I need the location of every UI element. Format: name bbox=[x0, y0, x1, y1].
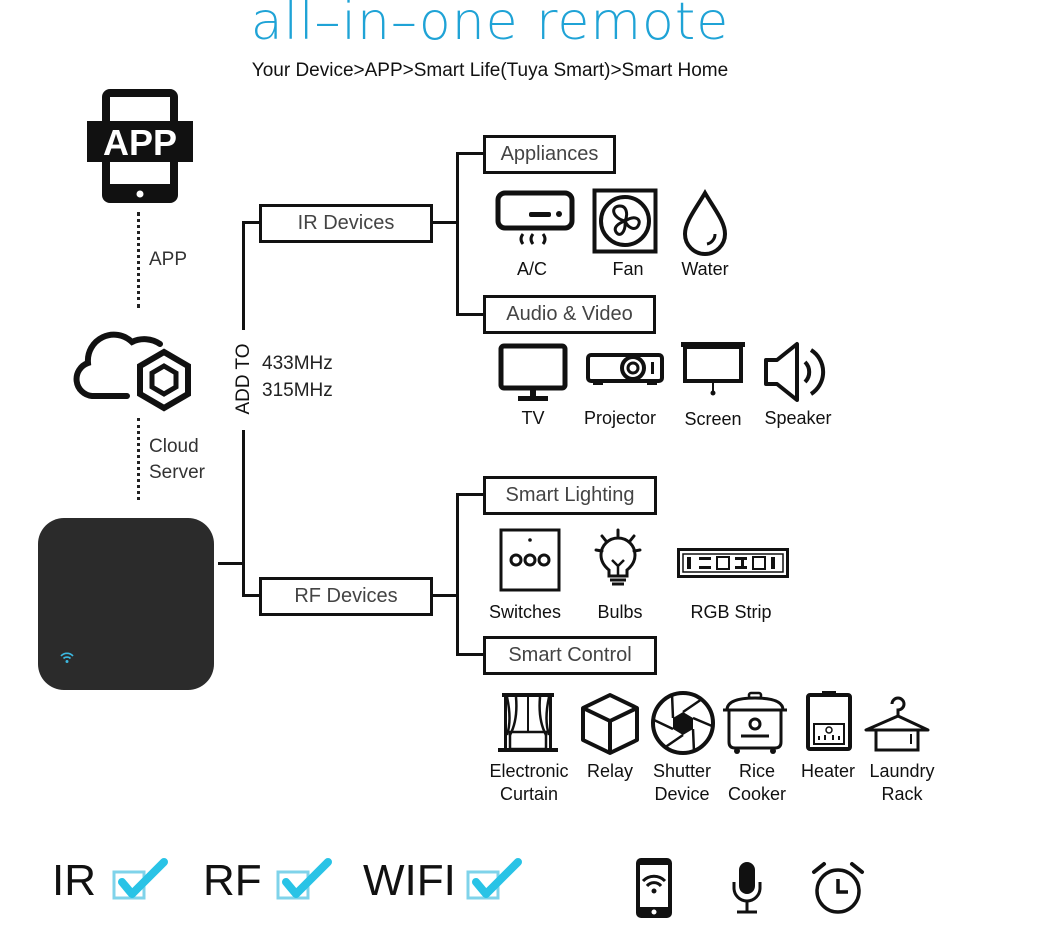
smart-control-box: Smart Control bbox=[483, 636, 657, 675]
alarm-clock-icon bbox=[810, 860, 866, 921]
control-label-laundry-rack: Laundry Rack bbox=[869, 761, 935, 804]
rice-cooker-icon bbox=[721, 690, 789, 761]
wifi-led-icon bbox=[60, 652, 74, 663]
smart-control-connector bbox=[456, 653, 484, 656]
feature-ir-label: IR bbox=[52, 856, 96, 905]
ir-devices-box: IR Devices bbox=[259, 204, 433, 243]
speaker-icon bbox=[763, 340, 829, 409]
frequency-433: 433MHz bbox=[262, 353, 333, 374]
phone-wifi-icon bbox=[634, 856, 674, 925]
rgb-strip-icon bbox=[677, 548, 789, 583]
control-label-rice-cooker: Rice Cooker bbox=[727, 761, 787, 804]
app-icon-text: APP bbox=[102, 122, 178, 163]
app-dotted-connector bbox=[137, 212, 140, 308]
av-label-speaker: Speaker bbox=[764, 408, 832, 428]
lighting-label-switches: Switches bbox=[488, 602, 562, 622]
ir-to-categories-connector bbox=[432, 221, 458, 224]
rf-checkmark-icon bbox=[276, 858, 332, 907]
wifi-checkmark-icon bbox=[466, 858, 522, 907]
page-subtitle: Your Device>APP>Smart Life(Tuya Smart)>S… bbox=[251, 60, 729, 81]
rf-to-categories-connector bbox=[432, 594, 458, 597]
appliance-label-fan: Fan bbox=[612, 259, 644, 279]
ir-checkmark-icon bbox=[112, 858, 168, 907]
appliances-box: Appliances bbox=[483, 135, 616, 174]
electronic-curtain-icon bbox=[496, 690, 560, 761]
wall-switch-icon bbox=[499, 528, 563, 597]
projection-screen-icon bbox=[679, 340, 747, 405]
control-label-heater: Heater bbox=[800, 761, 856, 781]
page-title: all–in–one remote bbox=[250, 0, 730, 52]
light-bulb-icon bbox=[592, 526, 644, 595]
rf-devices-box: RF Devices bbox=[259, 577, 433, 616]
av-label-tv: TV bbox=[521, 408, 545, 428]
appliance-label-ac: A/C bbox=[516, 259, 547, 279]
lighting-label-bulbs: Bulbs bbox=[597, 602, 643, 622]
frequency-315: 315MHz bbox=[262, 380, 333, 401]
water-drop-icon bbox=[681, 189, 729, 261]
appliance-label-water: Water bbox=[681, 259, 729, 279]
shutter-device-icon bbox=[650, 690, 716, 761]
control-label-electronic-curtain: Electronic Curtain bbox=[489, 761, 569, 804]
add-to-label: ADD TO bbox=[233, 343, 254, 415]
fan-icon bbox=[592, 188, 658, 259]
control-label-shutter-device: Shutter Device bbox=[652, 761, 712, 804]
cloud-server-icon bbox=[72, 320, 202, 415]
water-heater-icon bbox=[805, 690, 853, 757]
app-phone-icon: APP bbox=[86, 86, 196, 211]
smart-lighting-connector bbox=[456, 493, 484, 496]
cloud-server-label: Cloud Server bbox=[149, 436, 205, 483]
ir-categories-line bbox=[456, 152, 459, 315]
hub-connector bbox=[218, 562, 244, 565]
air-conditioner-icon bbox=[495, 190, 575, 257]
av-label-projector: Projector bbox=[583, 408, 657, 428]
cloud-dotted-connector bbox=[137, 418, 140, 500]
ir-rf-hub-device bbox=[38, 518, 214, 690]
tv-icon bbox=[498, 343, 568, 408]
app-label: APP bbox=[149, 249, 188, 270]
lighting-label-rgb-strip: RGB Strip bbox=[690, 602, 772, 622]
audio-video-box: Audio & Video bbox=[483, 295, 656, 334]
feature-wifi-label: WIFI bbox=[363, 856, 456, 905]
projector-icon bbox=[585, 350, 665, 395]
microphone-icon bbox=[730, 860, 764, 921]
smart-lighting-box: Smart Lighting bbox=[483, 476, 657, 515]
audio-video-connector bbox=[456, 313, 484, 316]
relay-cube-icon bbox=[579, 692, 641, 761]
feature-rf-label: RF bbox=[203, 856, 262, 905]
rf-categories-line bbox=[456, 493, 459, 656]
laundry-rack-icon bbox=[862, 690, 932, 759]
appliances-connector bbox=[456, 152, 484, 155]
av-label-screen: Screen bbox=[684, 409, 742, 429]
control-label-relay: Relay bbox=[586, 761, 634, 781]
